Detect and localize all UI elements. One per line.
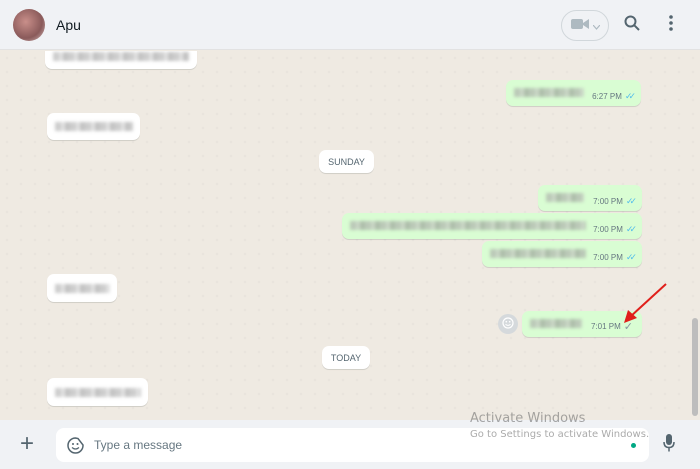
blurred-text [55,388,141,397]
blurred-text [350,221,586,230]
windows-activation-watermark: Activate Windows Go to Settings to activ… [470,411,649,440]
message-incoming[interactable] [47,378,148,406]
double-check-icon: ✓✓ [625,252,637,262]
date-chip: SUNDAY [319,150,374,173]
watermark-title: Activate Windows [470,411,586,426]
message-meta: 7:00 PM ✓✓ [593,224,637,235]
message-meta: 7:00 PM ✓✓ [593,196,637,207]
mic-icon[interactable] [663,434,675,457]
double-check-icon: ✓✓ [624,91,636,101]
message-time: 7:00 PM [593,225,623,234]
message-time: 7:00 PM [593,253,623,262]
blurred-text [53,52,189,61]
video-call-button[interactable] [561,10,609,41]
message-meta: 7:00 PM ✓✓ [593,252,637,263]
menu-button[interactable] [660,14,682,36]
contact-name[interactable]: Apu [56,17,81,33]
message-input[interactable] [94,438,394,452]
menu-icon [669,14,673,36]
blurred-text [490,249,586,258]
blurred-text [55,284,110,293]
chat-area[interactable]: 6:27 PM ✓✓ SUNDAY 7:00 PM ✓✓ 7:00 PM ✓✓ … [0,51,700,419]
message-time: 7:00 PM [593,197,623,206]
blurred-text [530,319,582,328]
status-dot [631,443,636,448]
search-icon [624,15,640,36]
smiley-icon [502,316,514,332]
message-outgoing[interactable]: 7:00 PM ✓✓ [538,185,642,211]
double-check-icon: ✓✓ [625,196,637,206]
blurred-text [546,193,584,202]
video-icon [570,17,589,35]
double-check-icon: ✓✓ [625,224,637,234]
emoji-reaction-button[interactable] [498,314,518,334]
chevron-down-icon [592,17,600,35]
message-time: 6:27 PM [592,92,622,101]
message-incoming[interactable] [47,274,117,302]
message-meta: 6:27 PM ✓✓ [592,91,636,102]
scrollbar[interactable] [692,318,698,416]
search-button[interactable] [621,14,643,36]
sticker-icon[interactable] [67,437,84,459]
message-time: 7:01 PM [590,322,621,331]
avatar[interactable] [13,9,45,41]
message-outgoing[interactable]: 6:27 PM ✓✓ [506,80,641,106]
message-incoming[interactable] [45,51,197,69]
message-incoming[interactable] [47,113,140,140]
watermark-subtitle: Go to Settings to activate Windows. [470,429,650,440]
plus-icon[interactable]: + [20,432,34,456]
chat-header: Apu [0,0,700,50]
message-outgoing[interactable]: 7:00 PM ✓✓ [342,213,642,239]
blurred-text [514,88,584,97]
message-outgoing[interactable]: 7:00 PM ✓✓ [482,241,642,267]
date-chip: TODAY [322,346,370,369]
annotation-arrow-icon [624,283,667,323]
blurred-text [55,122,133,131]
